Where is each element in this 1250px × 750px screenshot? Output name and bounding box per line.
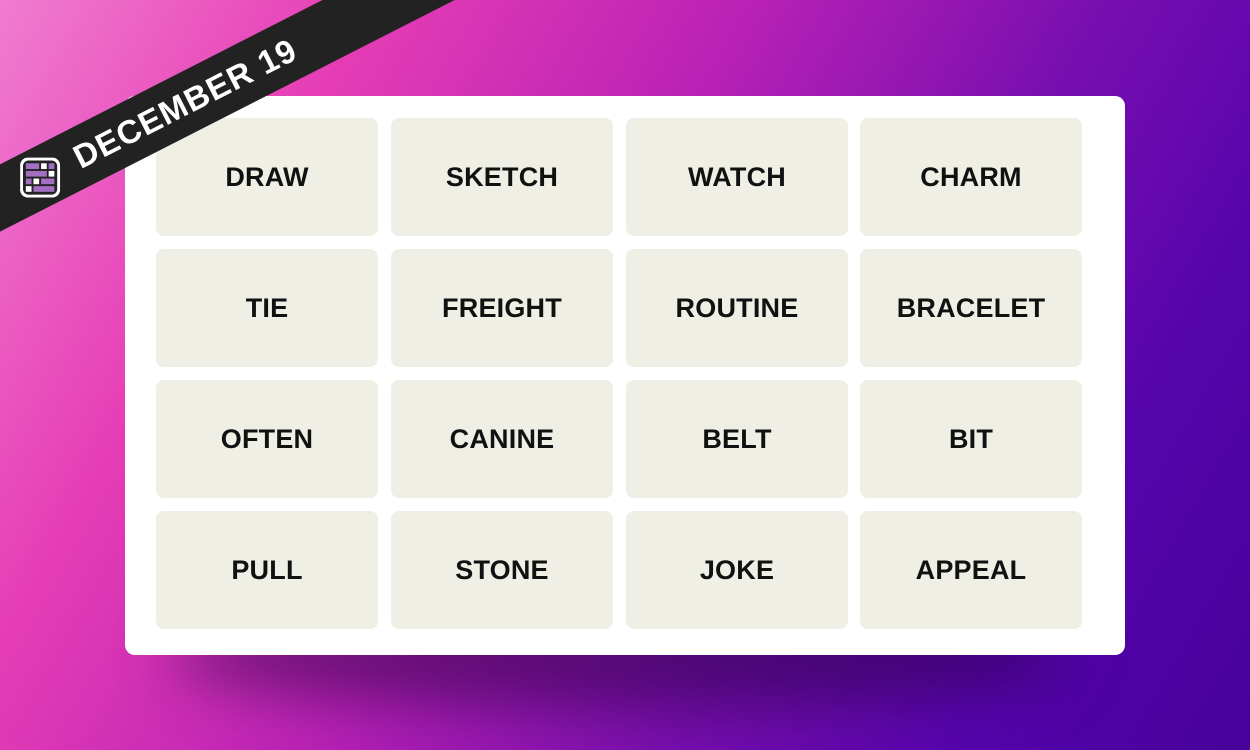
word-tile[interactable]: JOKE (626, 511, 848, 629)
word-tile[interactable]: TIE (156, 249, 378, 367)
word-tile[interactable]: OFTEN (156, 380, 378, 498)
word-tile[interactable]: SKETCH (391, 118, 613, 236)
word-tile[interactable]: ROUTINE (626, 249, 848, 367)
connections-grid-icon (20, 157, 61, 198)
word-tile[interactable]: CANINE (391, 380, 613, 498)
word-tile[interactable]: BIT (860, 380, 1082, 498)
puzzle-board: DRAW SKETCH WATCH CHARM TIE FREIGHT ROUTINE BRA… (125, 96, 1125, 655)
word-tile[interactable]: PULL (156, 511, 378, 629)
word-tile[interactable]: DRAW (156, 118, 378, 236)
word-tile[interactable]: WATCH (626, 118, 848, 236)
word-tile[interactable]: APPEAL (860, 511, 1082, 629)
word-tile[interactable]: BRACELET (860, 249, 1082, 367)
word-tile[interactable]: STONE (391, 511, 613, 629)
word-tile[interactable]: BELT (626, 380, 848, 498)
word-tile[interactable]: CHARM (860, 118, 1082, 236)
word-tile[interactable]: FREIGHT (391, 249, 613, 367)
